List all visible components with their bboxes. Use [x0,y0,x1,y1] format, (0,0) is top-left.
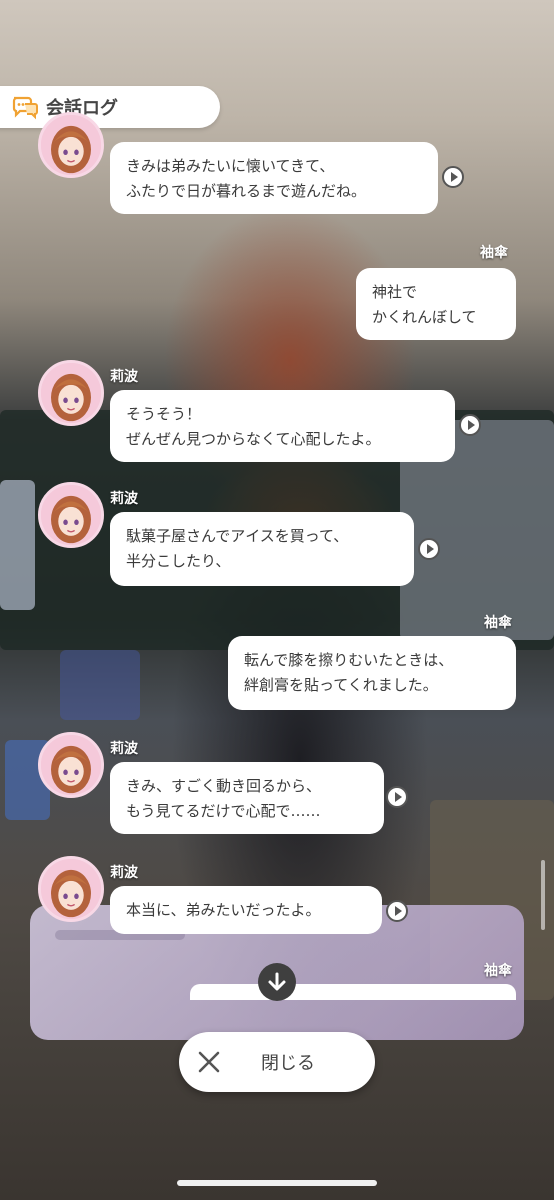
play-voice-icon[interactable] [386,900,408,922]
speaker-name: 袖傘 [484,615,512,631]
speech-log-icon [12,96,38,120]
close-icon [198,1051,220,1073]
avatar [38,112,104,178]
avatar [38,360,104,426]
background-poster [0,480,35,610]
speaker-name: 莉波 [110,865,138,881]
play-voice-icon[interactable] [459,414,481,436]
home-indicator[interactable] [177,1180,377,1186]
arrow-down-icon [268,972,286,991]
message-bubble: きみは弟みたいに懐いてきて、 ふたりで日が暮れるまで遊んだね。 [110,142,438,214]
play-voice-icon[interactable] [442,166,464,188]
speaker-name: 莉波 [110,491,138,507]
speaker-name: 袖傘 [480,245,508,261]
character-portrait-icon [41,115,101,175]
avatar [38,732,104,798]
message-bubble: 神社で かくれんぼして [356,268,516,340]
character-portrait-icon [41,859,101,919]
message-bubble: 本当に、弟みたいだったよ。 [110,886,382,934]
close-button[interactable]: 閉じる [179,1032,375,1092]
message-bubble: そうそう！ ぜんぜん見つからなくて心配したよ。 [110,390,455,462]
speaker-name: 莉波 [110,369,138,385]
speaker-name: 莉波 [110,741,138,757]
background-chair [60,650,140,720]
conversation-log-header: 会話ログ [0,86,220,128]
message-bubble: 駄菓子屋さんでアイスを買って、 半分こしたり、 [110,512,414,586]
close-button-label: 閉じる [261,1053,315,1074]
speaker-name: 袖傘 [484,963,512,979]
avatar [38,856,104,922]
scroll-down-button[interactable] [258,963,296,1001]
character-portrait-icon [41,485,101,545]
character-portrait-icon [41,363,101,423]
message-bubble-partial [190,984,516,1000]
avatar [38,482,104,548]
character-portrait-icon [41,735,101,795]
scrollbar[interactable] [541,860,545,930]
message-bubble: きみ、すごく動き回るから、 もう見てるだけで心配で…… [110,762,384,834]
message-bubble: 転んで膝を擦りむいたときは、 絆創膏を貼ってくれました。 [228,636,516,710]
play-voice-icon[interactable] [386,786,408,808]
play-voice-icon[interactable] [418,538,440,560]
